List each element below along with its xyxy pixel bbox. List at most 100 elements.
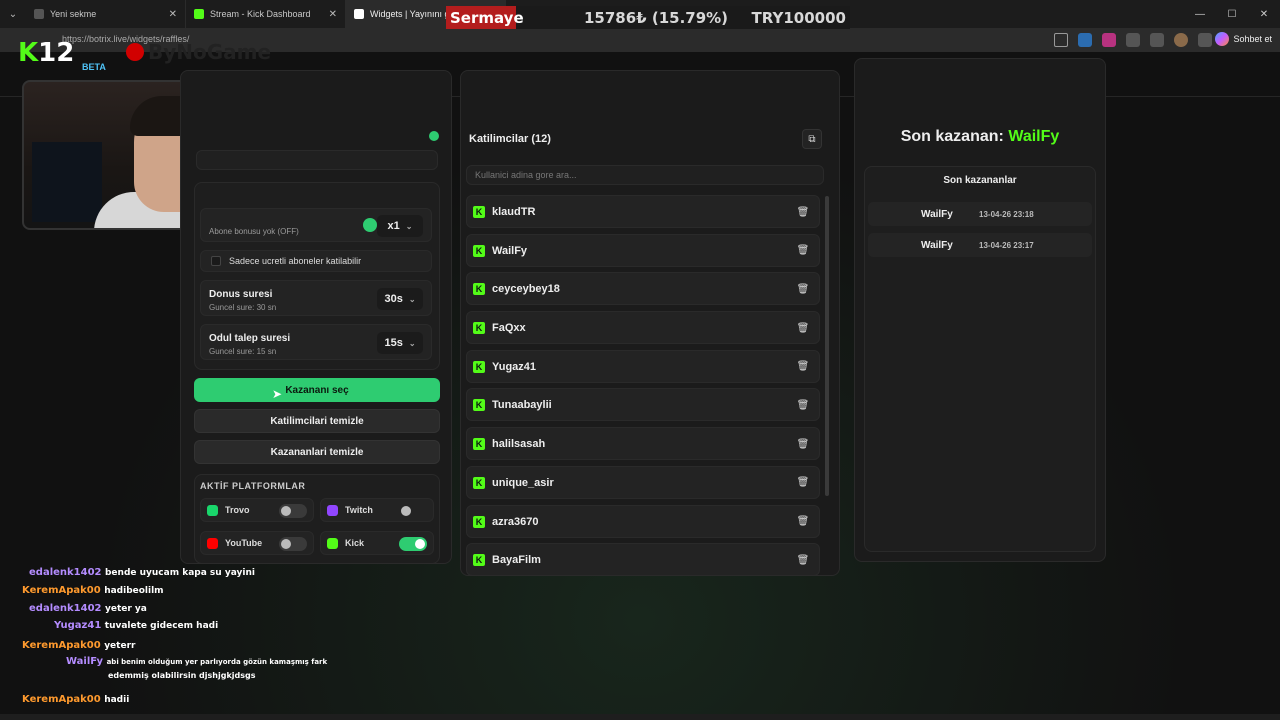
chat-text: edemmiş olabilirsin djshjgkjdsgs (108, 671, 256, 680)
star-icon[interactable] (1054, 33, 1068, 47)
list-item: Khalilsasah 🗑 (466, 427, 820, 461)
clear-winners-button[interactable]: Kazananlari temizle (194, 440, 440, 464)
info-icon[interactable] (363, 218, 377, 232)
close-tab-icon[interactable]: ✕ (329, 9, 337, 20)
kick-toggle[interactable] (399, 537, 427, 551)
tab-label: Yeni sekme (50, 9, 97, 19)
chat-message: edemmiş olabilirsin djshjgkjdsgs (108, 670, 256, 681)
chat-text: yeterr (104, 641, 136, 651)
chat-text: yeter ya (104, 604, 147, 614)
claim-duration-sub: Guncel sure: 15 sn (209, 347, 277, 356)
spin-duration-select[interactable]: 30s ⌄ (377, 288, 423, 310)
winner-name: WailFy (921, 240, 953, 251)
close-window-icon[interactable]: ✕ (1248, 0, 1280, 28)
winner-date: 13-04-26 23:18 (979, 210, 1034, 219)
tab-new-tab[interactable]: Yeni sekme ✕ (26, 0, 186, 28)
list-item: Kunique_asir 🗑 (466, 465, 820, 499)
chat-username: KeremApak00 (22, 694, 101, 705)
favorites-icon[interactable] (1150, 33, 1164, 47)
chat-text: hadibeolilm (104, 586, 164, 596)
participants-scrollbar[interactable] (825, 196, 829, 496)
tab-kick-dashboard[interactable]: Stream - Kick Dashboard ✕ (186, 0, 346, 28)
extension-icon[interactable] (1078, 33, 1092, 47)
kick-icon: K (473, 283, 485, 296)
kick-icon: K (473, 438, 485, 451)
extensions-icon[interactable] (1126, 33, 1140, 47)
list-item: K WailFy 🗑 (466, 233, 820, 267)
multiplier-select[interactable]: x1 ⌄ (377, 215, 423, 237)
spin-duration-value: 30s (384, 293, 403, 305)
participant-name: BayaFilm (492, 554, 541, 567)
winner-name: WailFy (921, 209, 953, 220)
trash-icon[interactable]: 🗑 (795, 243, 811, 259)
platforms-title: AKTİF PLATFORMLAR (200, 481, 306, 491)
copilot-icon (1215, 32, 1230, 46)
more-icon[interactable] (1198, 33, 1212, 47)
chat-text: bende uyucam kapa su yayini (104, 568, 255, 578)
participants-list: KklaudTR 🗑 K WailFy 🗑 Kceyceybey18 🗑 K FaQxx 🗑… (466, 195, 820, 582)
chat-message: Yugaz41 tuvalete gidecem hadi (54, 620, 218, 631)
claim-duration-select[interactable]: 15s ⌄ (377, 332, 423, 354)
youtube-icon (207, 538, 218, 549)
chat-username: Yugaz41 (54, 620, 102, 631)
participant-name: halilsasah (492, 438, 546, 451)
claim-duration-row: Odul talep suresi Guncel sure: 15 sn 15s… (200, 324, 432, 360)
beta-badge: BETA (82, 62, 106, 72)
chat-message: KeremApak00 hadibeolilm (22, 585, 164, 596)
spin-duration-title: Donus suresi (209, 289, 273, 300)
tab-label: Stream - Kick Dashboard (210, 9, 311, 19)
trash-icon[interactable]: 🗑 (795, 397, 811, 413)
minimize-icon[interactable]: — (1184, 0, 1216, 28)
copy-icon[interactable]: ⧉ (802, 129, 822, 149)
copilot-chat-button[interactable]: Sohbet et (1215, 32, 1272, 46)
chat-message: edalenk1402 yeter ya (29, 603, 147, 614)
trash-icon[interactable]: 🗑 (795, 320, 811, 336)
trovo-toggle[interactable] (279, 504, 307, 518)
pick-winner-button[interactable]: Kazananı seç (194, 378, 440, 402)
maximize-icon[interactable]: ☐ (1216, 0, 1248, 28)
chat-message: WailFy abi benim olduğum yer parlıyorda … (66, 656, 327, 667)
participant-name: klaudTR (492, 206, 536, 218)
subscribers-only-row[interactable]: Sadece ucretli aboneler katilabilir (200, 250, 432, 272)
last-winner-label: Son kazanan: (900, 128, 1004, 145)
mouse-cursor-icon: ➤ (272, 387, 283, 401)
participant-name: WailFy (492, 244, 528, 257)
subscribers-only-checkbox[interactable] (211, 256, 221, 266)
trash-icon[interactable]: 🗑 (795, 436, 811, 452)
trash-icon[interactable]: 🗑 (795, 514, 811, 530)
profile-avatar[interactable] (1174, 33, 1188, 47)
taskbar-edge (0, 714, 1280, 720)
tab-actions-menu[interactable]: ⌄ (0, 0, 26, 28)
settings-field[interactable] (196, 150, 438, 170)
participants-title: Katilimcilar (12) (469, 133, 551, 145)
sponsor-logo: ByNoGame (126, 40, 271, 64)
trash-icon[interactable]: 🗑 (795, 552, 811, 568)
list-item: K BayaFilm 🗑 (466, 543, 820, 577)
platform-trovo: Trovo (200, 498, 314, 522)
twitch-toggle[interactable] (399, 504, 427, 518)
participant-name: unique_asir (492, 476, 554, 489)
youtube-toggle[interactable] (279, 537, 307, 551)
recent-winners-title: Son kazananlar (943, 175, 1017, 186)
platform-youtube: YouTube (200, 531, 314, 555)
participant-name: Tunaabaylii (492, 399, 552, 412)
clear-participants-button[interactable]: Katilimcilari temizle (194, 409, 440, 433)
trash-icon[interactable]: 🗑 (795, 359, 811, 375)
chat-username: KeremApak00 (22, 585, 101, 596)
trovo-icon (207, 505, 218, 516)
trash-icon[interactable]: 🗑 (795, 475, 811, 491)
chat-text: hadii (104, 695, 130, 705)
close-tab-icon[interactable]: ✕ (169, 9, 177, 20)
botrix-icon (354, 9, 364, 19)
spin-duration-sub: Guncel sure: 30 sn (209, 303, 277, 312)
platform-label: YouTube (225, 538, 263, 548)
subscriber-bonus-row: Abone bonusu yok (OFF) x1 ⌄ (200, 208, 432, 242)
participant-search-input[interactable] (466, 165, 824, 185)
chat-username: edalenk1402 (29, 603, 102, 614)
trash-icon[interactable]: 🗑 (795, 204, 811, 220)
info-icon[interactable] (429, 131, 439, 141)
platform-label: Trovo (225, 505, 250, 515)
participant-name: Yugaz41 (492, 360, 537, 373)
trash-icon[interactable]: 🗑 (795, 281, 811, 297)
extension-icon[interactable] (1102, 33, 1116, 47)
